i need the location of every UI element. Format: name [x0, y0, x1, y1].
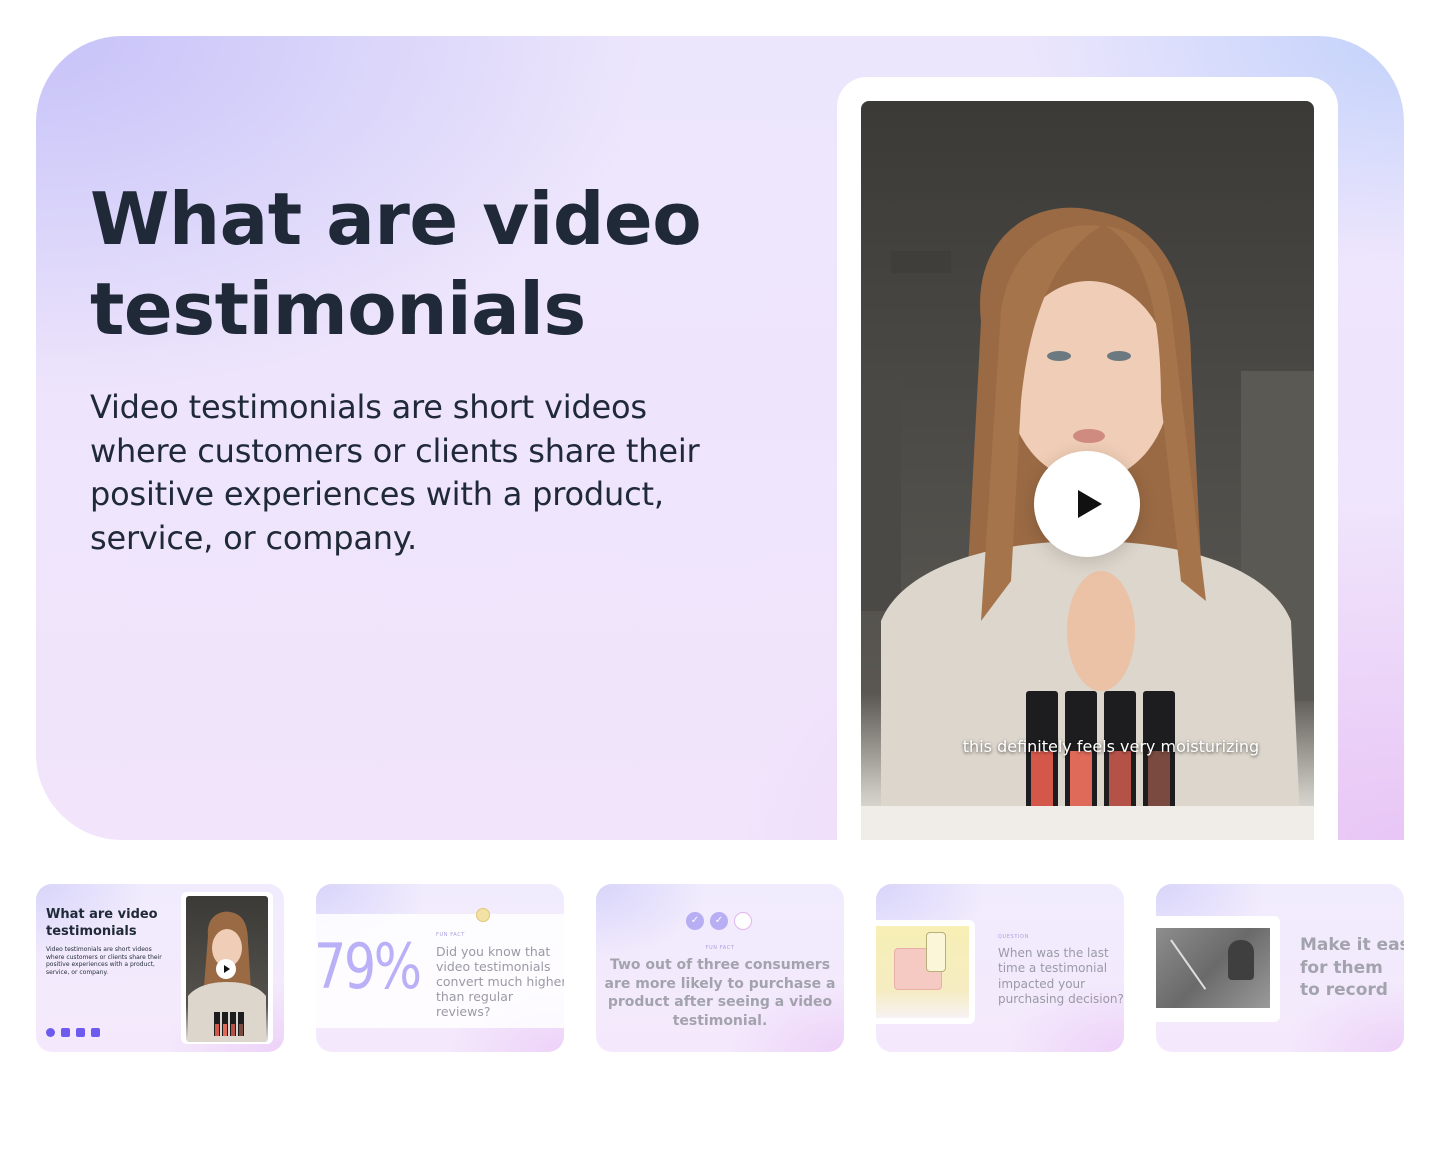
tiktok-icon: [76, 1028, 85, 1037]
facebook-icon: [46, 1028, 55, 1037]
play-icon: [1078, 490, 1102, 518]
thumbnail-title: What are video testimonials: [46, 907, 158, 939]
instagram-icon: [61, 1028, 70, 1037]
stat-value: 79%: [316, 930, 422, 1003]
thumbnail-description: Video testimonials are short videos wher…: [46, 946, 162, 976]
thumbnail-label: QUESTION: [998, 934, 1029, 940]
thumbnail-text-line: for them: [1300, 957, 1383, 978]
youtube-icon: [91, 1028, 100, 1037]
check-icon: ✓: [686, 912, 704, 930]
mini-play-button: [216, 959, 236, 979]
thumbnail-slide-2[interactable]: 79% FUN FACT Did you know that video tes…: [316, 884, 564, 1052]
hero-description: Video testimonials are short videos wher…: [90, 388, 700, 557]
thumbnail-text: When was the last time a testimonial imp…: [998, 946, 1124, 1007]
thumbnail-slide-3[interactable]: ✓ ✓ FUN FACT Two out of three consumers …: [596, 884, 844, 1052]
thumbnail-slide-1[interactable]: What are video testimonials Video testim…: [36, 884, 284, 1052]
thumbnail-text: Two out of three consumers are more like…: [604, 957, 836, 1029]
play-icon: [224, 965, 230, 973]
person-silhouette: [1228, 940, 1254, 980]
social-icons: [46, 1028, 100, 1037]
phone-icon: [926, 932, 946, 972]
empty-check-icon: [734, 912, 752, 930]
hero-title: What are video testimonials: [90, 177, 702, 351]
thumbnail-text: Make it easy for them to record: [1300, 934, 1404, 1002]
selfie-stick: [1170, 939, 1207, 990]
play-button[interactable]: [1034, 451, 1140, 557]
check-icon: ✓: [710, 912, 728, 930]
thumbnail-text: Did you know that video testimonials con…: [436, 944, 564, 1019]
video-caption: this definitely feels very moisturizing: [962, 737, 1260, 756]
hero-slide: What are video testimonials Video testim…: [36, 36, 1404, 840]
thumbnail-slide-4[interactable]: QUESTION When was the last time a testim…: [876, 884, 1124, 1052]
thumbnail-text-line: Make it easy: [1300, 935, 1404, 955]
thumbnail-text-line: to record: [1300, 980, 1388, 1000]
selfie-photo: [1156, 928, 1270, 1008]
thumbnail-label: FUN FACT: [436, 932, 465, 938]
emoji-icon: [476, 908, 490, 922]
thumbnail-label: FUN FACT: [705, 945, 735, 951]
check-indicators: ✓ ✓: [686, 912, 752, 930]
thumbnail-slide-5[interactable]: Make it easy for them to record: [1156, 884, 1404, 1052]
